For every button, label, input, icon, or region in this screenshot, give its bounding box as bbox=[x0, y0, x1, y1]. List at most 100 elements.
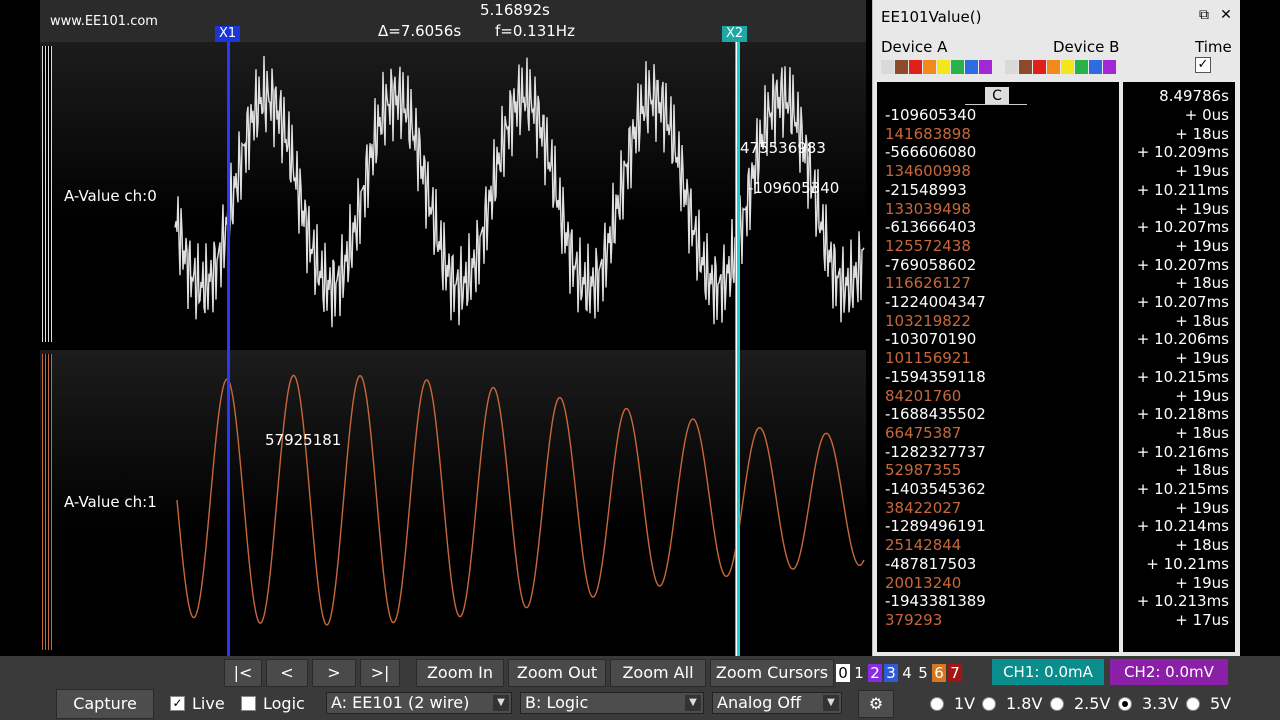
column-header[interactable]: C bbox=[985, 87, 1009, 105]
device-b-swatch-6[interactable] bbox=[1089, 60, 1102, 74]
zoom-in-button[interactable]: Zoom In bbox=[416, 659, 504, 687]
live-label: Live bbox=[192, 694, 225, 713]
voltage-label-3.3V: 3.3V bbox=[1142, 694, 1179, 713]
zoom-cursors-button[interactable]: Zoom Cursors bbox=[710, 659, 834, 687]
time-row: + 18us bbox=[1175, 124, 1229, 143]
time-row: + 10.21ms bbox=[1146, 554, 1229, 573]
device-a-swatch-0[interactable] bbox=[881, 60, 894, 74]
cursor-delta-readout: Δ=7.6056s bbox=[378, 22, 462, 40]
panel-title: EE101Value() bbox=[881, 8, 982, 26]
site-label: www.EE101.com bbox=[50, 14, 158, 29]
go-last-button[interactable]: >| bbox=[360, 659, 400, 687]
channel-toggle-6[interactable]: 6 bbox=[932, 664, 946, 682]
value-row: -21548993 bbox=[885, 180, 967, 199]
cursor-x1-handle[interactable]: X1 bbox=[215, 26, 241, 42]
device-b-swatch-3[interactable] bbox=[1047, 60, 1060, 74]
time-row: + 19us bbox=[1175, 386, 1229, 405]
time-row: + 19us bbox=[1175, 199, 1229, 218]
cursor-x2-value-ch0: 475536983 bbox=[740, 139, 826, 157]
value-row: -613666403 bbox=[885, 218, 977, 237]
value-row: 20013240 bbox=[885, 573, 962, 592]
lane-ch1[interactable]: A-Value ch:1 57925181 bbox=[40, 350, 866, 656]
device-a-swatch-2[interactable] bbox=[909, 60, 922, 74]
restore-icon[interactable]: ⧉ bbox=[1195, 6, 1213, 24]
device-a-swatch-6[interactable] bbox=[965, 60, 978, 74]
logic-label: Logic bbox=[263, 694, 305, 713]
zoom-all-button[interactable]: Zoom All bbox=[610, 659, 706, 687]
lane-ch0[interactable]: A-Value ch:0 475536983 -109605340 bbox=[40, 42, 866, 348]
values-list[interactable]: C -109605340 141683898 -566606080 134600998… bbox=[877, 82, 1119, 652]
device-b-swatch-1[interactable] bbox=[1019, 60, 1032, 74]
analog-select[interactable]: Analog Off ▼ bbox=[712, 692, 842, 714]
device-b-channel-swatches[interactable] bbox=[1005, 60, 1116, 74]
time-row: + 10.211ms bbox=[1136, 180, 1229, 199]
voltage-label-2.5V: 2.5V bbox=[1074, 694, 1111, 713]
go-next-button[interactable]: > bbox=[312, 659, 356, 687]
device-a-swatch-3[interactable] bbox=[923, 60, 936, 74]
device-a-channel-swatches[interactable] bbox=[881, 60, 992, 74]
voltage-label-1V: 1V bbox=[954, 694, 976, 713]
time-checkbox[interactable]: ✓ bbox=[1195, 57, 1211, 73]
gear-icon[interactable]: ⚙ bbox=[858, 690, 894, 718]
ch1-readout: CH1: 0.0mA bbox=[992, 659, 1104, 685]
voltage-radio-5V[interactable] bbox=[1186, 697, 1200, 711]
time-row: + 17us bbox=[1175, 610, 1229, 629]
times-list[interactable]: 8.49786s + 0us + 18us + 10.209ms + 19us + 10… bbox=[1123, 82, 1235, 652]
device-b-swatch-5[interactable] bbox=[1075, 60, 1088, 74]
live-checkbox[interactable]: ✓ bbox=[170, 696, 185, 711]
channel-toggle-2[interactable]: 2 bbox=[868, 664, 882, 682]
channel-toggle-3[interactable]: 3 bbox=[884, 664, 898, 682]
device-a-swatch-1[interactable] bbox=[895, 60, 908, 74]
chevron-down-icon: ▼ bbox=[493, 695, 509, 711]
voltage-radio-1V[interactable] bbox=[930, 697, 944, 711]
time-row: + 10.207ms bbox=[1136, 293, 1229, 311]
cursor-x2-line[interactable] bbox=[735, 30, 740, 656]
time-row: + 19us bbox=[1175, 573, 1229, 592]
zoom-out-button[interactable]: Zoom Out bbox=[508, 659, 606, 687]
first-time-value: 8.49786s bbox=[1159, 87, 1229, 105]
time-label: Time bbox=[1195, 38, 1232, 56]
device-b-swatch-7[interactable] bbox=[1103, 60, 1116, 74]
device-b-select[interactable]: B: Logic ▼ bbox=[520, 692, 704, 714]
time-row: + 10.215ms bbox=[1136, 367, 1229, 386]
time-row: + 10.207ms bbox=[1136, 218, 1229, 237]
cursor-frequency-readout: f=0.131Hz bbox=[495, 22, 575, 40]
value-row: 141683898 bbox=[885, 124, 971, 143]
voltage-radio-3.3V[interactable] bbox=[1118, 697, 1132, 711]
value-row: 134600998 bbox=[885, 162, 971, 181]
waveform-view[interactable]: www.EE101.com 5.16892s Δ=7.6056s f=0.131… bbox=[40, 0, 866, 656]
device-b-swatch-4[interactable] bbox=[1061, 60, 1074, 74]
lane-ch1-label: A-Value ch:1 bbox=[64, 493, 157, 511]
value-row: 125572438 bbox=[885, 236, 971, 255]
channel-toggle-0[interactable]: 0 bbox=[836, 664, 850, 682]
device-a-swatch-4[interactable] bbox=[937, 60, 950, 74]
cursor-x1-line[interactable] bbox=[227, 30, 230, 656]
device-a-select[interactable]: A: EE101 (2 wire) ▼ bbox=[326, 692, 512, 714]
time-row: + 19us bbox=[1175, 349, 1229, 368]
device-b-swatch-0[interactable] bbox=[1005, 60, 1018, 74]
channel-toggle-5[interactable]: 5 bbox=[916, 664, 930, 682]
voltage-radio-1.8V[interactable] bbox=[982, 697, 996, 711]
device-b-swatch-2[interactable] bbox=[1033, 60, 1046, 74]
value-row: 25142844 bbox=[885, 536, 962, 555]
device-a-swatch-5[interactable] bbox=[951, 60, 964, 74]
value-row: -566606080 bbox=[885, 143, 977, 162]
go-first-button[interactable]: |< bbox=[224, 659, 262, 687]
channel-toggle-1[interactable]: 1 bbox=[852, 664, 866, 682]
value-row: 38422027 bbox=[885, 498, 962, 517]
value-panel: EE101Value() ⧉ ✕ Device A Device B Time … bbox=[872, 0, 1240, 656]
cursor-x2-handle[interactable]: X2 bbox=[722, 26, 748, 42]
go-prev-button[interactable]: < bbox=[266, 659, 308, 687]
close-icon[interactable]: ✕ bbox=[1217, 6, 1235, 24]
capture-button[interactable]: Capture bbox=[56, 689, 154, 719]
value-row: -769058602 bbox=[885, 255, 977, 274]
voltage-radio-2.5V[interactable] bbox=[1050, 697, 1064, 711]
cursor-x1-value-ch1: 57925181 bbox=[265, 431, 342, 449]
channel-toggle-7[interactable]: 7 bbox=[948, 664, 962, 682]
logic-checkbox[interactable] bbox=[241, 696, 256, 711]
channel-toggle-4[interactable]: 4 bbox=[900, 664, 914, 682]
device-b-select-value: B: Logic bbox=[525, 693, 589, 712]
device-a-swatch-7[interactable] bbox=[979, 60, 992, 74]
value-row: 116626127 bbox=[885, 274, 971, 293]
bottom-toolbar: |< < > >| Zoom In Zoom Out Zoom All Zoom… bbox=[0, 656, 1280, 720]
